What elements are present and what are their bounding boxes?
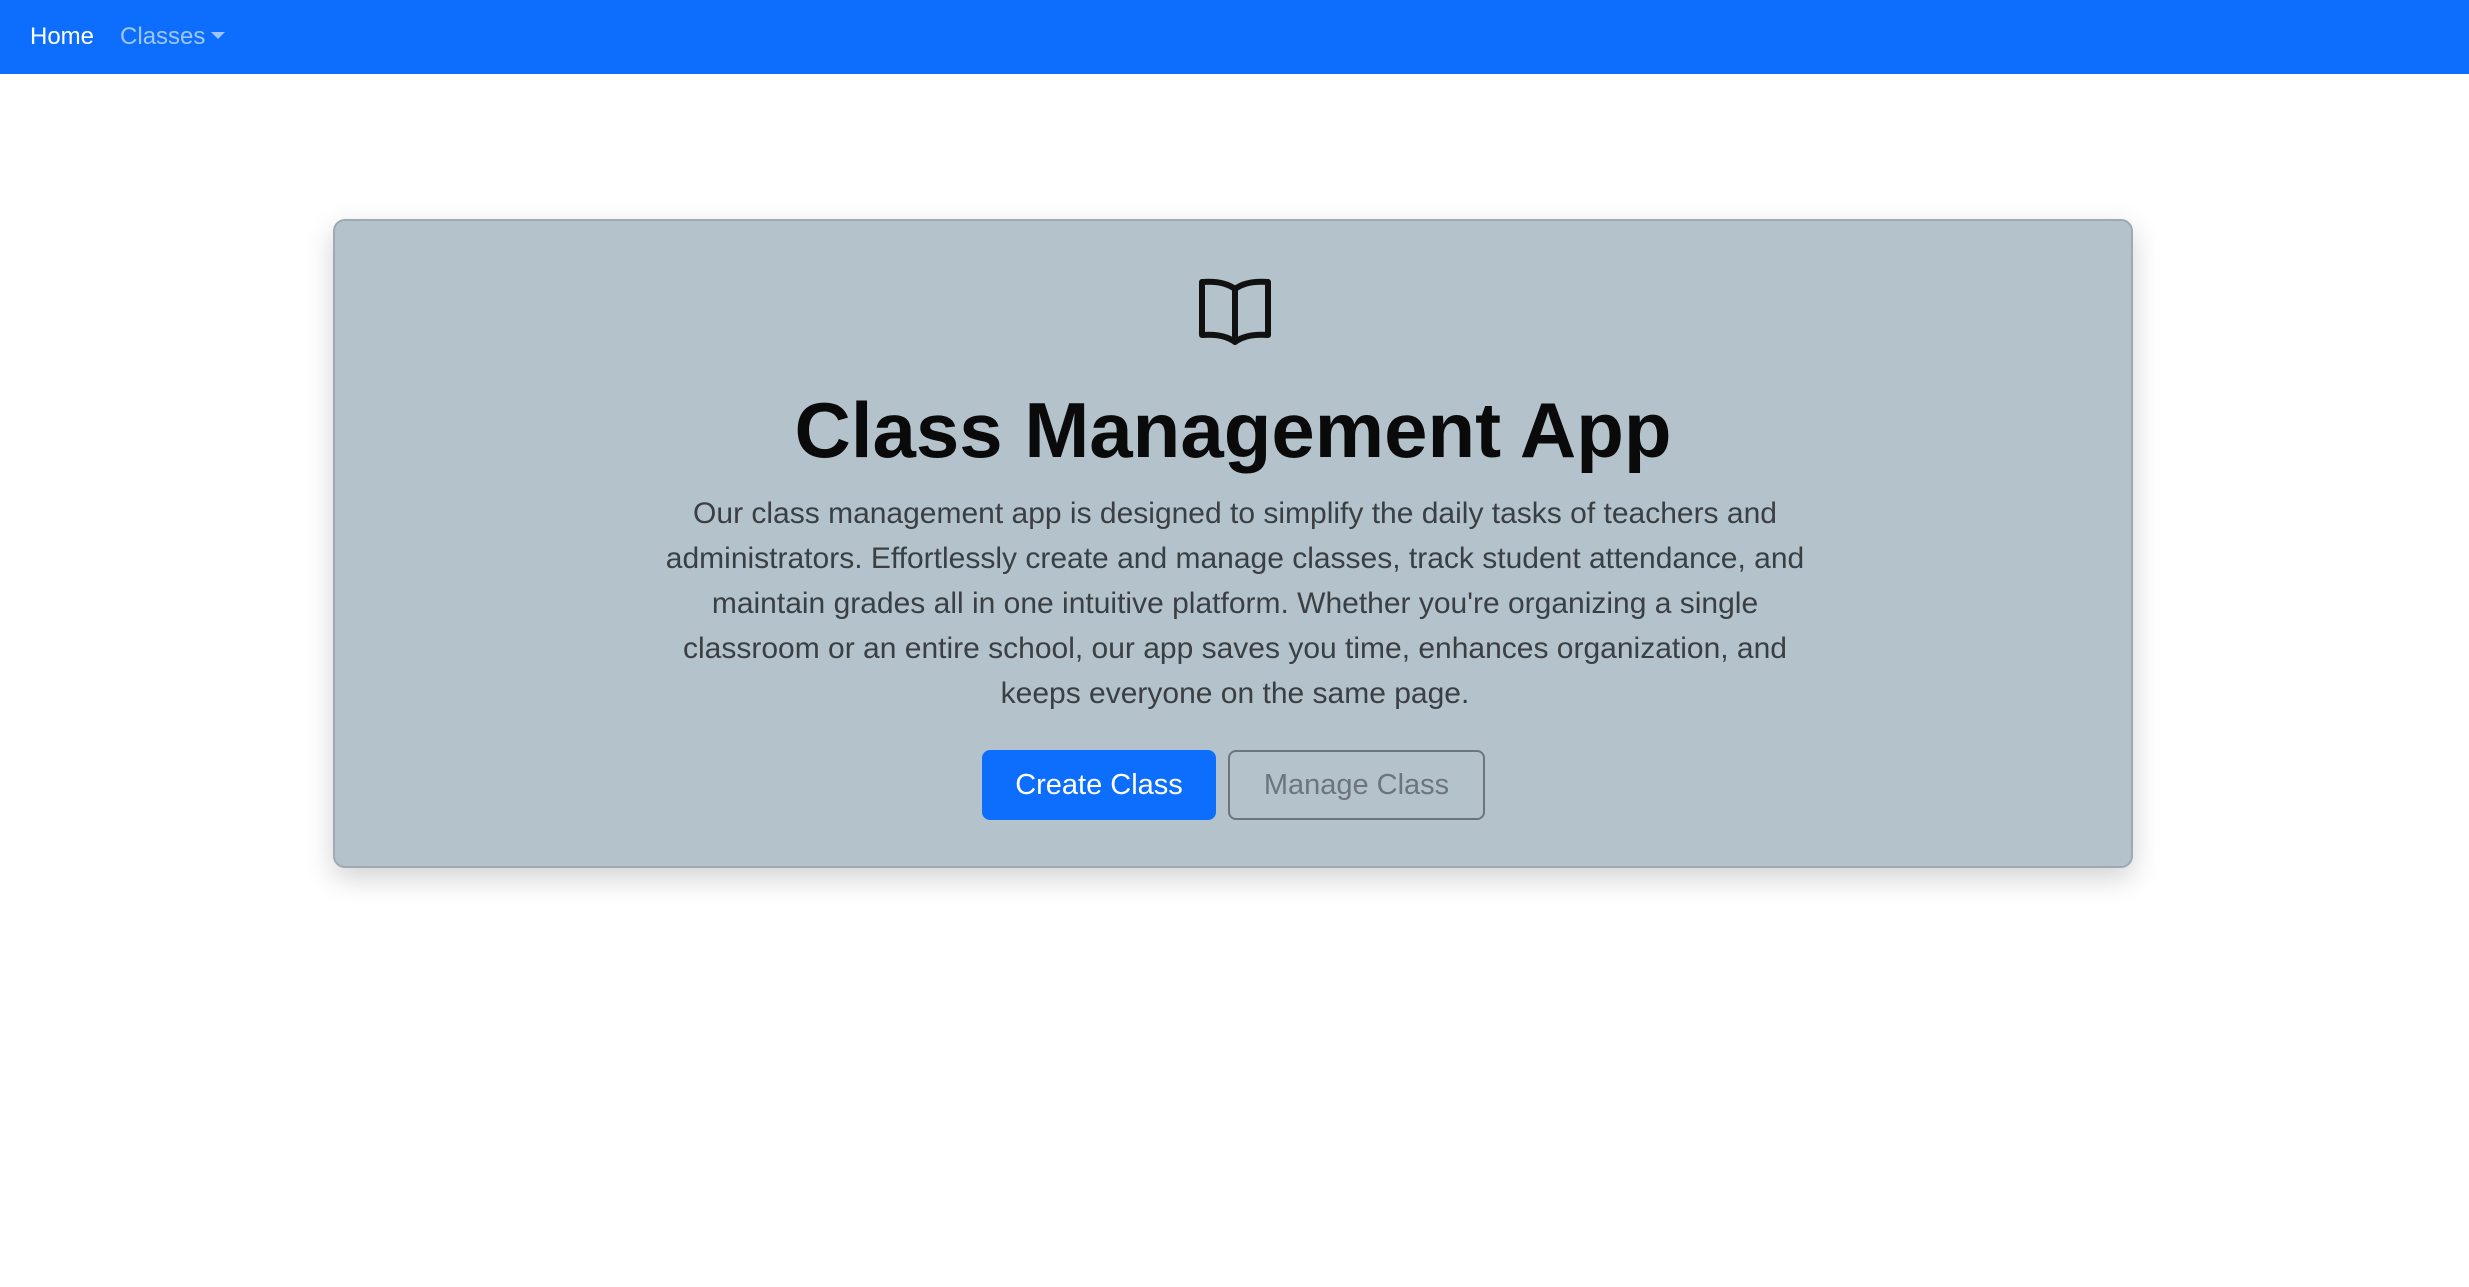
book-icon (1199, 278, 1271, 345)
page-title: Class Management App (794, 386, 1672, 474)
nav-classes-label: Classes (120, 23, 206, 50)
nav-classes-dropdown[interactable]: Classes (120, 23, 226, 51)
manage-class-button[interactable]: Manage Class (1228, 750, 1485, 820)
caret-down-icon (211, 31, 226, 39)
nav-home-link[interactable]: Home (30, 23, 94, 51)
top-navbar: Home Classes (0, 0, 2469, 74)
hero-description: Our class management app is designed to … (665, 497, 1805, 710)
create-class-button[interactable]: Create Class (982, 750, 1216, 820)
hero-card: Class Management App Our class managemen… (333, 219, 2133, 868)
